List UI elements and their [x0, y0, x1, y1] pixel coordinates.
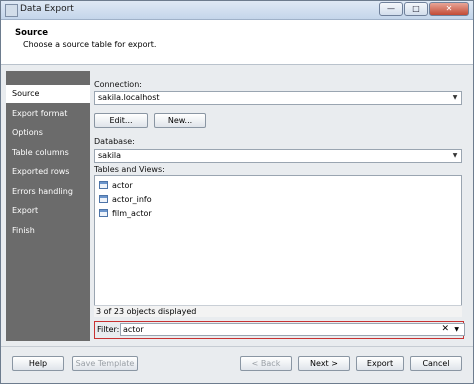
sidebar-item-exported-rows[interactable]: Exported rows — [6, 163, 90, 181]
connection-value: sakila.localhost — [98, 93, 160, 102]
chevron-down-icon[interactable]: ▼ — [450, 151, 460, 161]
filter-label: Filter: — [97, 325, 120, 334]
database-label: Database: — [94, 137, 135, 146]
title-bar: Data Export — □ ✕ — [1, 1, 473, 20]
minimize-icon: — — [387, 4, 395, 13]
save-template-button[interactable]: Save Template — [72, 356, 138, 371]
close-button[interactable]: ✕ — [429, 2, 469, 16]
data-export-window: Data Export — □ ✕ Source Choose a source… — [0, 0, 474, 384]
list-item-label: actor_info — [112, 195, 152, 204]
edit-connection-button[interactable]: Edit... — [94, 113, 148, 128]
close-icon: ✕ — [445, 4, 453, 13]
list-item-label: actor — [112, 181, 133, 190]
list-item-label: film_actor — [112, 209, 152, 218]
app-icon — [5, 4, 18, 17]
next-button[interactable]: Next > — [298, 356, 350, 371]
connection-select[interactable]: sakila.localhost ▼ — [94, 91, 462, 105]
sidebar-item-options[interactable]: Options — [6, 124, 90, 142]
window-title: Data Export — [20, 4, 74, 14]
wizard-header: Source Choose a source table for export. — [1, 20, 473, 65]
sidebar-item-source[interactable]: Source — [6, 85, 90, 103]
sidebar-item-table-columns[interactable]: Table columns — [6, 144, 90, 162]
filter-input[interactable] — [120, 323, 465, 336]
minimize-button[interactable]: — — [379, 2, 403, 16]
connection-label: Connection: — [94, 80, 142, 89]
sidebar-item-finish[interactable]: Finish — [6, 222, 90, 240]
wizard-footer: Help Save Template < Back Next > Export … — [1, 346, 473, 383]
clear-icon[interactable]: ✕ — [441, 324, 449, 334]
maximize-icon: □ — [412, 4, 420, 13]
new-connection-button[interactable]: New... — [154, 113, 206, 128]
wizard-steps-sidebar: Source Export format Options Table colum… — [6, 71, 90, 341]
page-title: Source — [15, 28, 49, 38]
window-controls: — □ ✕ — [378, 2, 469, 16]
database-value: sakila — [98, 151, 122, 160]
filter-row: Filter: ✕ ▼ — [94, 321, 465, 339]
table-icon — [99, 181, 108, 189]
page-subtitle: Choose a source table for export. — [23, 40, 157, 49]
database-select[interactable]: sakila ▼ — [94, 149, 462, 163]
table-icon — [99, 209, 108, 217]
sidebar-item-export-format[interactable]: Export format — [6, 105, 90, 123]
objects-status: 3 of 23 objects displayed — [94, 305, 462, 317]
source-panel: Connection: sakila.localhost ▼ Edit... N… — [94, 71, 466, 341]
sidebar-item-errors-handling[interactable]: Errors handling — [6, 183, 90, 201]
chevron-down-icon[interactable]: ▼ — [450, 93, 460, 103]
tables-list[interactable]: actor actor_info film_actor — [94, 175, 462, 317]
back-button[interactable]: < Back — [240, 356, 292, 371]
list-item[interactable]: film_actor — [99, 208, 152, 220]
cancel-button[interactable]: Cancel — [410, 356, 462, 371]
sidebar-item-export[interactable]: Export — [6, 202, 90, 220]
list-item[interactable]: actor_info — [99, 194, 152, 206]
chevron-down-icon[interactable]: ▼ — [454, 326, 459, 333]
tables-label: Tables and Views: — [94, 165, 165, 174]
list-item[interactable]: actor — [99, 180, 133, 192]
help-button[interactable]: Help — [12, 356, 64, 371]
export-button[interactable]: Export — [356, 356, 404, 371]
view-icon — [99, 195, 108, 203]
maximize-button[interactable]: □ — [404, 2, 428, 16]
